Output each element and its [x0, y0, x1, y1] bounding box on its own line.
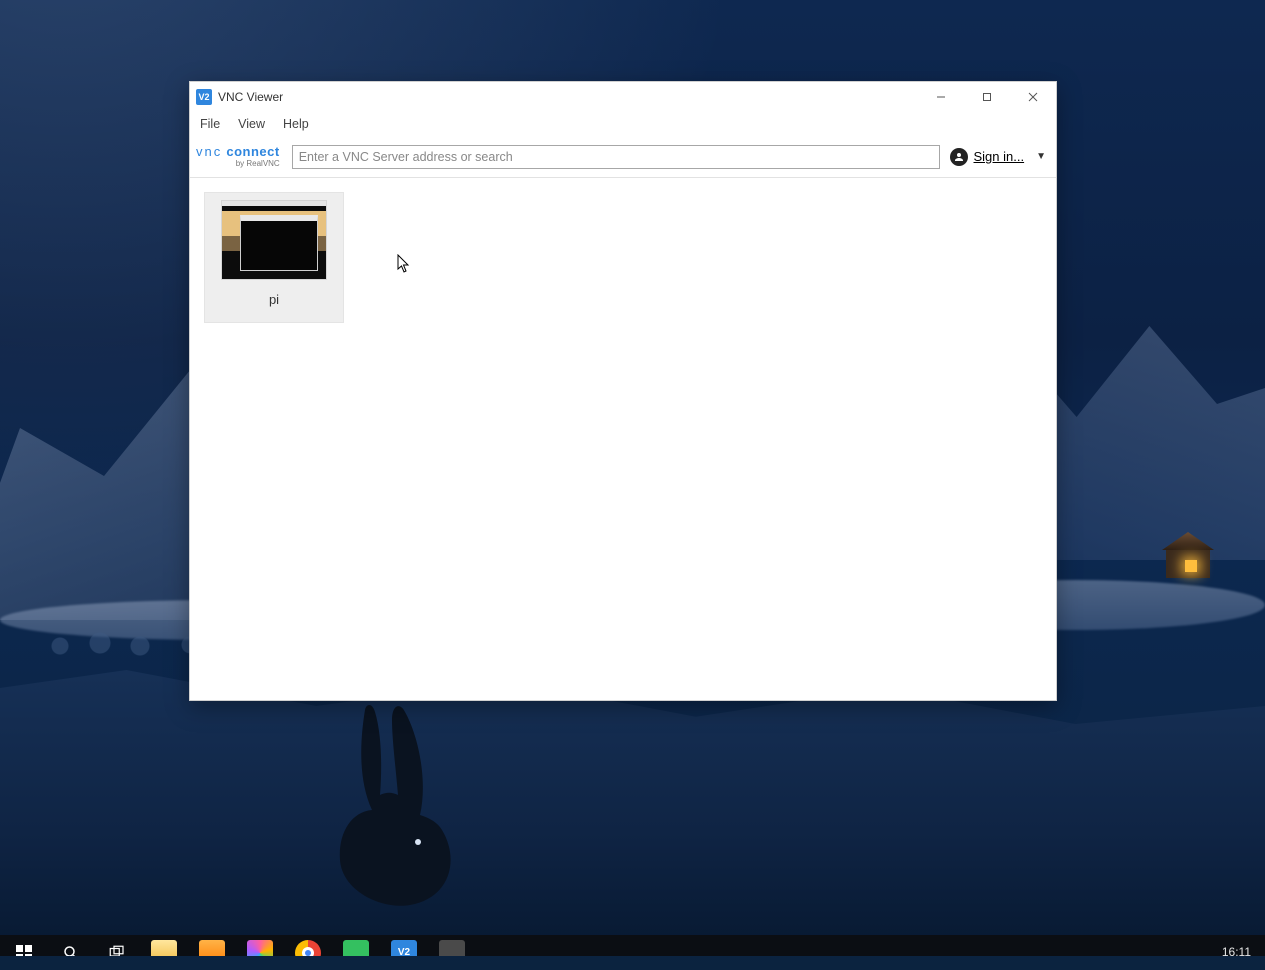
logo-subtext: by RealVNC: [196, 160, 280, 168]
close-button[interactable]: [1010, 82, 1056, 112]
connection-tile-pi[interactable]: pi: [204, 192, 344, 323]
logo-text-thin: vnc: [196, 144, 222, 159]
title-bar[interactable]: V2 VNC Viewer: [190, 82, 1056, 112]
chevron-down-icon: ▼: [1036, 151, 1046, 162]
toolbar: vnc connect by RealVNC Sign in... ▼: [190, 136, 1056, 178]
maximize-button[interactable]: [964, 82, 1010, 112]
connections-area: pi: [190, 178, 1056, 700]
connection-thumbnail: [221, 200, 327, 280]
window-title: VNC Viewer: [218, 90, 283, 104]
wallpaper-cabin-light: [1185, 560, 1197, 572]
vnc-viewer-window: V2 VNC Viewer File View Help vnc connect…: [189, 81, 1057, 701]
menu-bar: File View Help: [190, 112, 1056, 136]
minimize-button[interactable]: [918, 82, 964, 112]
user-icon: [950, 148, 968, 166]
app-icon: V2: [196, 89, 212, 105]
menu-help[interactable]: Help: [275, 114, 317, 134]
logo-text-bold: connect: [226, 144, 279, 159]
menu-file[interactable]: File: [192, 114, 228, 134]
sign-in-button[interactable]: Sign in... ▼: [950, 148, 1047, 166]
menu-view[interactable]: View: [230, 114, 273, 134]
wallpaper-rabbit: [310, 700, 480, 920]
sign-in-label: Sign in...: [974, 149, 1025, 164]
vnc-connect-logo: vnc connect by RealVNC: [196, 145, 280, 168]
mouse-cursor-icon: [397, 254, 411, 274]
connection-label: pi: [269, 292, 279, 307]
address-input[interactable]: [292, 145, 940, 169]
